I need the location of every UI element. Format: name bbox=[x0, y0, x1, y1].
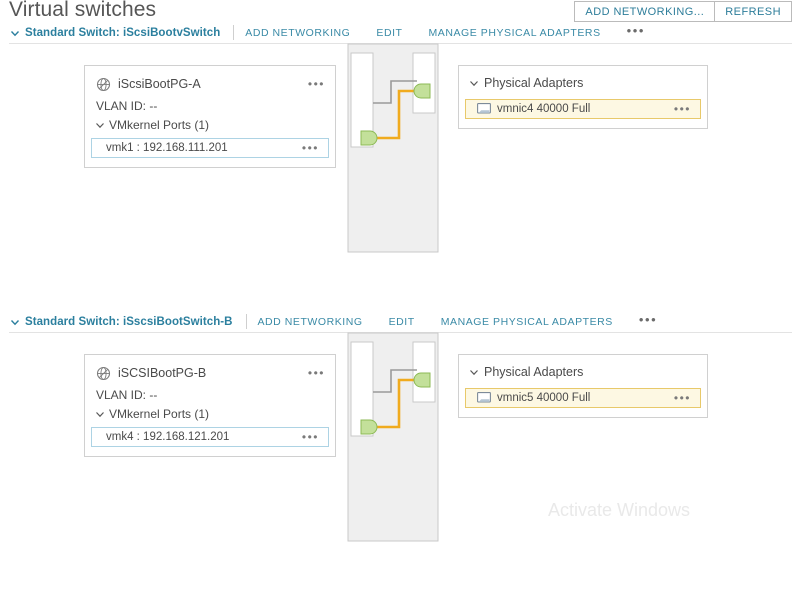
switch-add-networking-action[interactable]: ADD NETWORKING bbox=[245, 27, 350, 39]
physical-adapter-more-actions-icon[interactable]: ••• bbox=[674, 392, 691, 404]
vlan-id-label: VLAN ID: -- bbox=[96, 99, 158, 113]
refresh-button[interactable]: REFRESH bbox=[714, 1, 792, 22]
vmkernel-port-label: vmk4 : 192.168.121.201 bbox=[106, 431, 230, 443]
switch-add-networking-action[interactable]: ADD NETWORKING bbox=[258, 316, 363, 328]
network-adapter-icon bbox=[477, 392, 491, 404]
vmkernel-port-label: vmk1 : 192.168.111.201 bbox=[106, 142, 228, 154]
chevron-down-icon[interactable] bbox=[9, 27, 21, 39]
switch-section-1: Standard Switch: iSscsiBootSwitch-B ADD … bbox=[0, 311, 792, 592]
port-group-icon bbox=[96, 366, 111, 381]
physical-adapter-row[interactable]: vmnic4 40000 Full ••• bbox=[465, 99, 701, 119]
physical-adapters-box: Physical Adapters vmnic5 40000 Full ••• bbox=[458, 354, 708, 418]
switch-more-actions-icon[interactable]: ••• bbox=[627, 23, 645, 38]
port-group-box: iScsiBootPG-A ••• VLAN ID: -- VMkernel P… bbox=[84, 65, 336, 168]
switch-more-actions-icon[interactable]: ••• bbox=[639, 312, 657, 327]
port-group-name: iSCSIBootPG-B bbox=[118, 366, 207, 380]
port-group-title-row: iSCSIBootPG-B ••• bbox=[85, 363, 335, 383]
chevron-down-icon[interactable] bbox=[468, 366, 480, 378]
port-group-title-row: iScsiBootPG-A ••• bbox=[85, 74, 335, 94]
switch-diagram-1: iSCSIBootPG-B ••• VLAN ID: -- VMkernel P… bbox=[0, 332, 792, 592]
switch-section-0: Standard Switch: iScsiBootvSwitch ADD NE… bbox=[0, 22, 792, 303]
vmkernel-port-row[interactable]: vmk4 : 192.168.121.201 ••• bbox=[91, 427, 329, 447]
physical-adapters-header[interactable]: Physical Adapters bbox=[459, 74, 707, 92]
switch-name-link[interactable]: Standard Switch: iSscsiBootSwitch-B bbox=[25, 316, 233, 328]
port-group-more-actions-icon[interactable]: ••• bbox=[308, 78, 325, 90]
physical-adapter-label: vmnic4 40000 Full bbox=[497, 103, 591, 115]
connection-diagram-icon bbox=[347, 43, 439, 253]
chevron-down-icon[interactable] bbox=[94, 119, 106, 131]
switch-manage-physical-adapters-action[interactable]: MANAGE PHYSICAL ADAPTERS bbox=[429, 27, 601, 39]
switch-header-1: Standard Switch: iSscsiBootSwitch-B ADD … bbox=[0, 311, 792, 332]
port-group-box: iSCSIBootPG-B ••• VLAN ID: -- VMkernel P… bbox=[84, 354, 336, 457]
vmkernel-port-row[interactable]: vmk1 : 192.168.111.201 ••• bbox=[91, 138, 329, 158]
divider bbox=[233, 25, 235, 40]
page-title: Virtual switches bbox=[9, 0, 157, 21]
physical-adapters-title: Physical Adapters bbox=[484, 76, 584, 90]
chevron-down-icon[interactable] bbox=[468, 77, 480, 89]
port-group-icon bbox=[96, 77, 111, 92]
physical-adapters-header[interactable]: Physical Adapters bbox=[459, 363, 707, 381]
vmkernel-ports-label: VMkernel Ports (1) bbox=[109, 118, 210, 132]
port-group-more-actions-icon[interactable]: ••• bbox=[308, 367, 325, 379]
switch-name-link[interactable]: Standard Switch: iScsiBootvSwitch bbox=[25, 27, 220, 39]
vlan-id-label: VLAN ID: -- bbox=[96, 388, 158, 402]
switch-edit-action[interactable]: EDIT bbox=[389, 316, 415, 328]
vmkernel-ports-header[interactable]: VMkernel Ports (1) bbox=[85, 402, 335, 421]
vmkernel-ports-label: VMkernel Ports (1) bbox=[109, 407, 210, 421]
chevron-down-icon[interactable] bbox=[9, 316, 21, 328]
physical-adapters-box: Physical Adapters vmnic4 40000 Full ••• bbox=[458, 65, 708, 129]
vmkernel-ports-header[interactable]: VMkernel Ports (1) bbox=[85, 113, 335, 132]
physical-adapters-title: Physical Adapters bbox=[484, 365, 584, 379]
header-action-bar: ADD NETWORKING... REFRESH bbox=[574, 1, 792, 22]
divider bbox=[245, 314, 247, 329]
physical-adapter-more-actions-icon[interactable]: ••• bbox=[674, 103, 691, 115]
physical-adapter-row[interactable]: vmnic5 40000 Full ••• bbox=[465, 388, 701, 408]
vmkernel-port-more-actions-icon[interactable]: ••• bbox=[302, 431, 319, 443]
connection-diagram-icon bbox=[347, 332, 439, 542]
network-adapter-icon bbox=[477, 103, 491, 115]
switch-manage-physical-adapters-action[interactable]: MANAGE PHYSICAL ADAPTERS bbox=[441, 316, 613, 328]
port-group-name: iScsiBootPG-A bbox=[118, 77, 201, 91]
page-header: Virtual switches ADD NETWORKING... REFRE… bbox=[0, 0, 792, 24]
switch-header-0: Standard Switch: iScsiBootvSwitch ADD NE… bbox=[0, 22, 792, 43]
chevron-down-icon[interactable] bbox=[94, 408, 106, 420]
vmkernel-port-more-actions-icon[interactable]: ••• bbox=[302, 142, 319, 154]
add-networking-button[interactable]: ADD NETWORKING... bbox=[574, 1, 715, 22]
physical-adapter-label: vmnic5 40000 Full bbox=[497, 392, 591, 404]
switch-edit-action[interactable]: EDIT bbox=[376, 27, 402, 39]
switch-diagram-0: iScsiBootPG-A ••• VLAN ID: -- VMkernel P… bbox=[0, 43, 792, 303]
activate-windows-watermark: Activate Windows bbox=[548, 500, 691, 520]
